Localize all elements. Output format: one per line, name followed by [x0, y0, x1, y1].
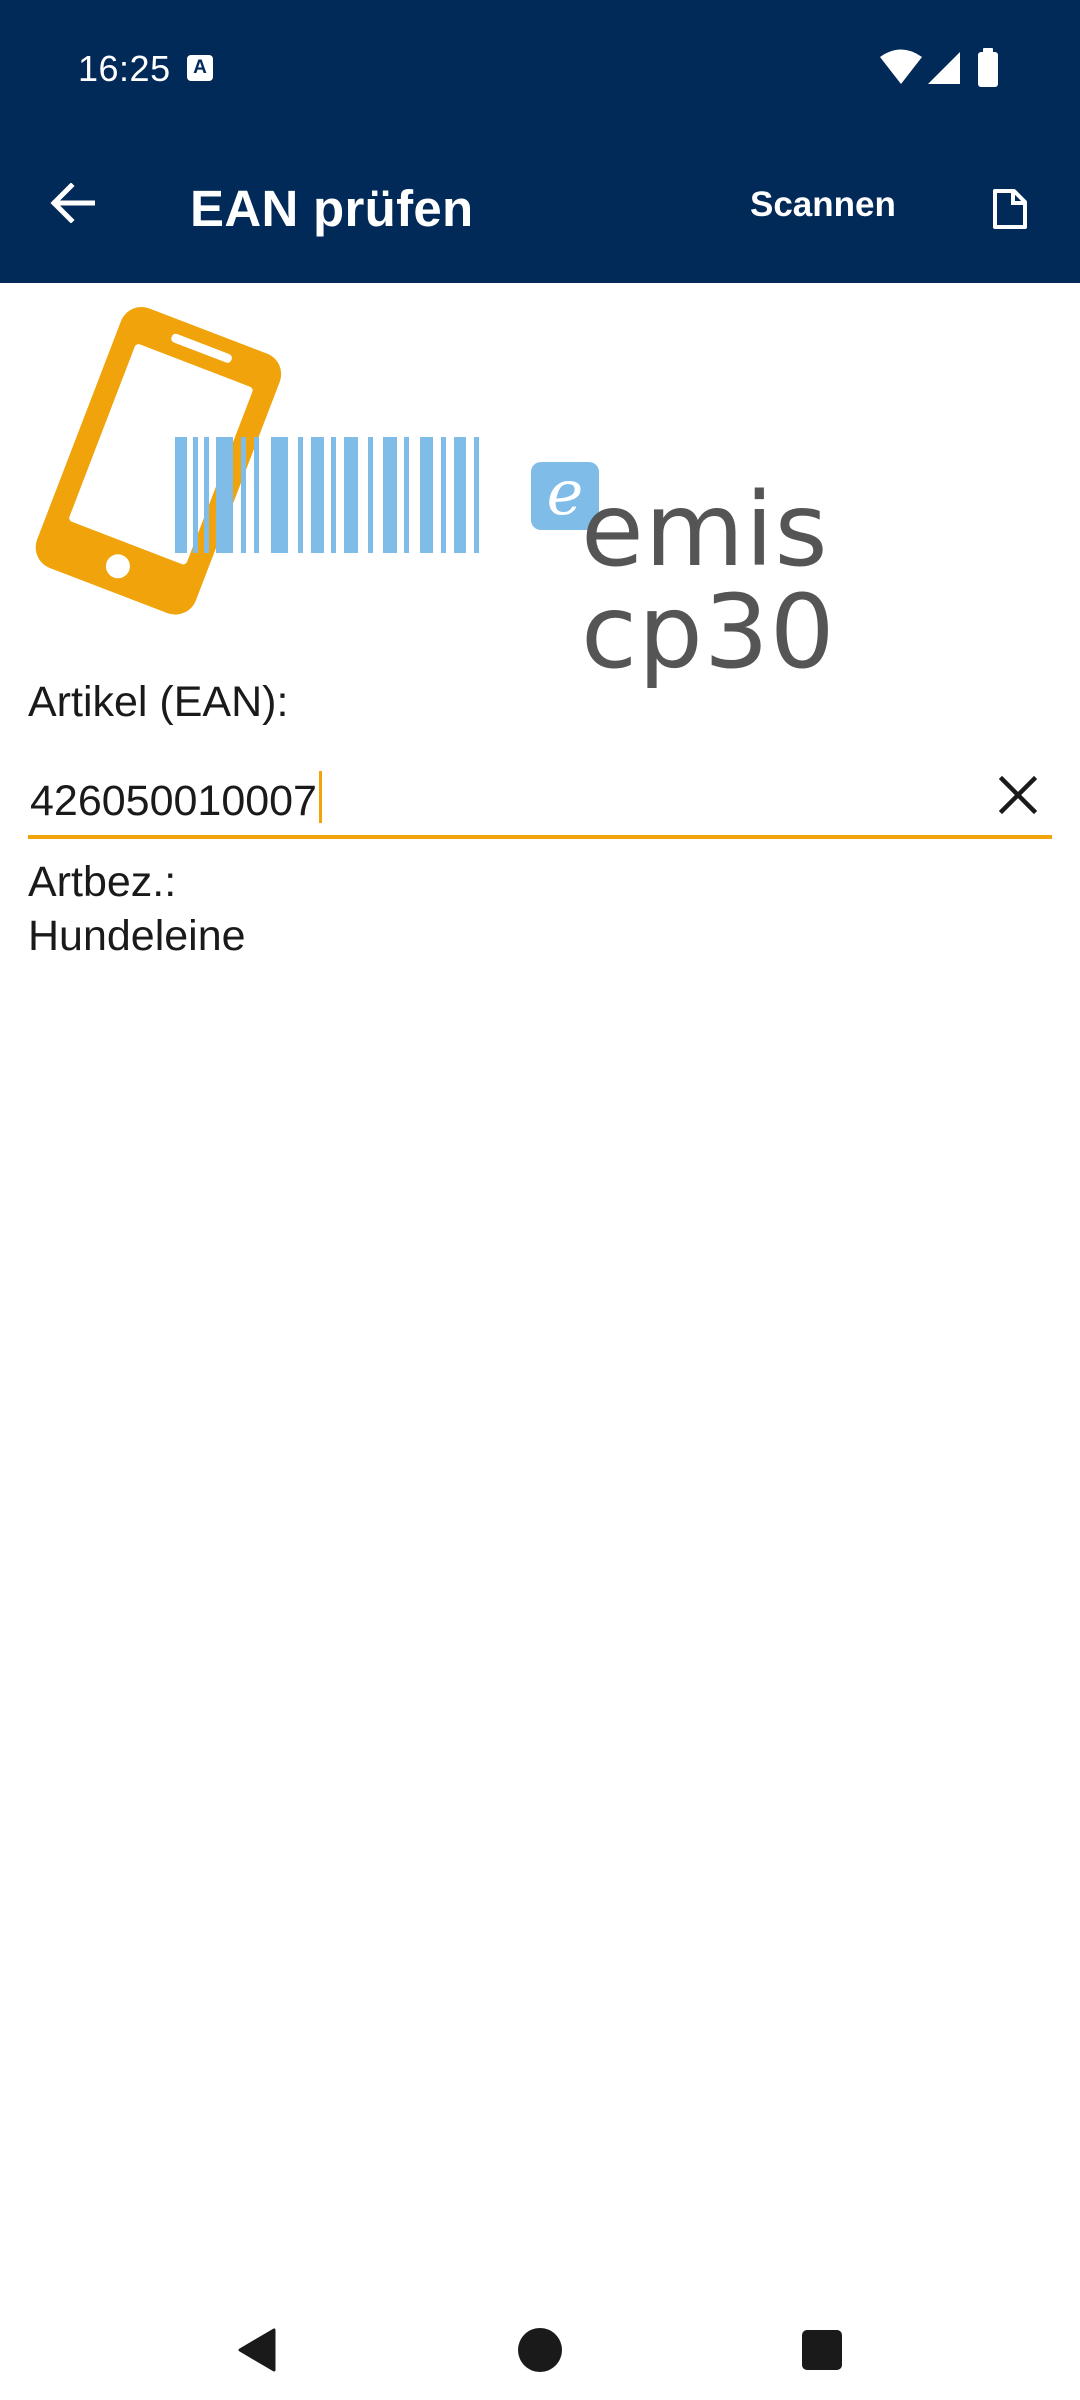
description-label: Artbez.: — [28, 858, 177, 906]
recents-square-icon — [802, 2330, 842, 2370]
close-icon — [998, 775, 1038, 815]
wifi-icon — [880, 49, 922, 84]
document-button[interactable] — [980, 181, 1040, 237]
page-title: EAN prüfen — [190, 180, 474, 237]
back-button[interactable] — [36, 167, 108, 239]
battery-icon — [978, 48, 998, 87]
status-time: 16:25 — [78, 48, 171, 89]
a-notification-icon: A — [187, 55, 213, 81]
logo-text: emis cp30 — [581, 471, 836, 692]
ean-label: Artikel (EAN): — [28, 678, 289, 726]
text-caret — [318, 771, 322, 823]
scan-button[interactable]: Scannen — [750, 185, 896, 225]
ean-value-text: 426050010007 — [30, 777, 317, 825]
ean-input-value[interactable]: 426050010007 — [30, 771, 322, 826]
navigation-bar — [0, 2290, 1080, 2400]
app-logo: e emis cp30 — [28, 300, 1058, 684]
home-circle-icon — [518, 2328, 562, 2372]
back-triangle-icon — [238, 2328, 276, 2372]
app-bar: EAN prüfen Scannen — [0, 135, 1080, 283]
screen: 16:25 A EAN prüfen Scannen e emis cp30 A… — [0, 0, 1080, 2400]
document-icon — [993, 189, 1027, 229]
ean-input[interactable]: 426050010007 — [28, 755, 1052, 839]
phone-barcode-graphic — [35, 306, 479, 615]
status-icons — [880, 48, 1010, 88]
cellular-signal-icon — [928, 52, 960, 84]
arrow-back-icon — [50, 183, 95, 223]
nav-back-button[interactable] — [218, 2310, 298, 2390]
status-bar: 16:25 A — [0, 0, 1080, 135]
nav-recents-button[interactable] — [782, 2310, 862, 2390]
description-value: Hundeleine — [28, 912, 246, 960]
clear-button[interactable] — [990, 767, 1046, 823]
nav-home-button[interactable] — [500, 2310, 580, 2390]
